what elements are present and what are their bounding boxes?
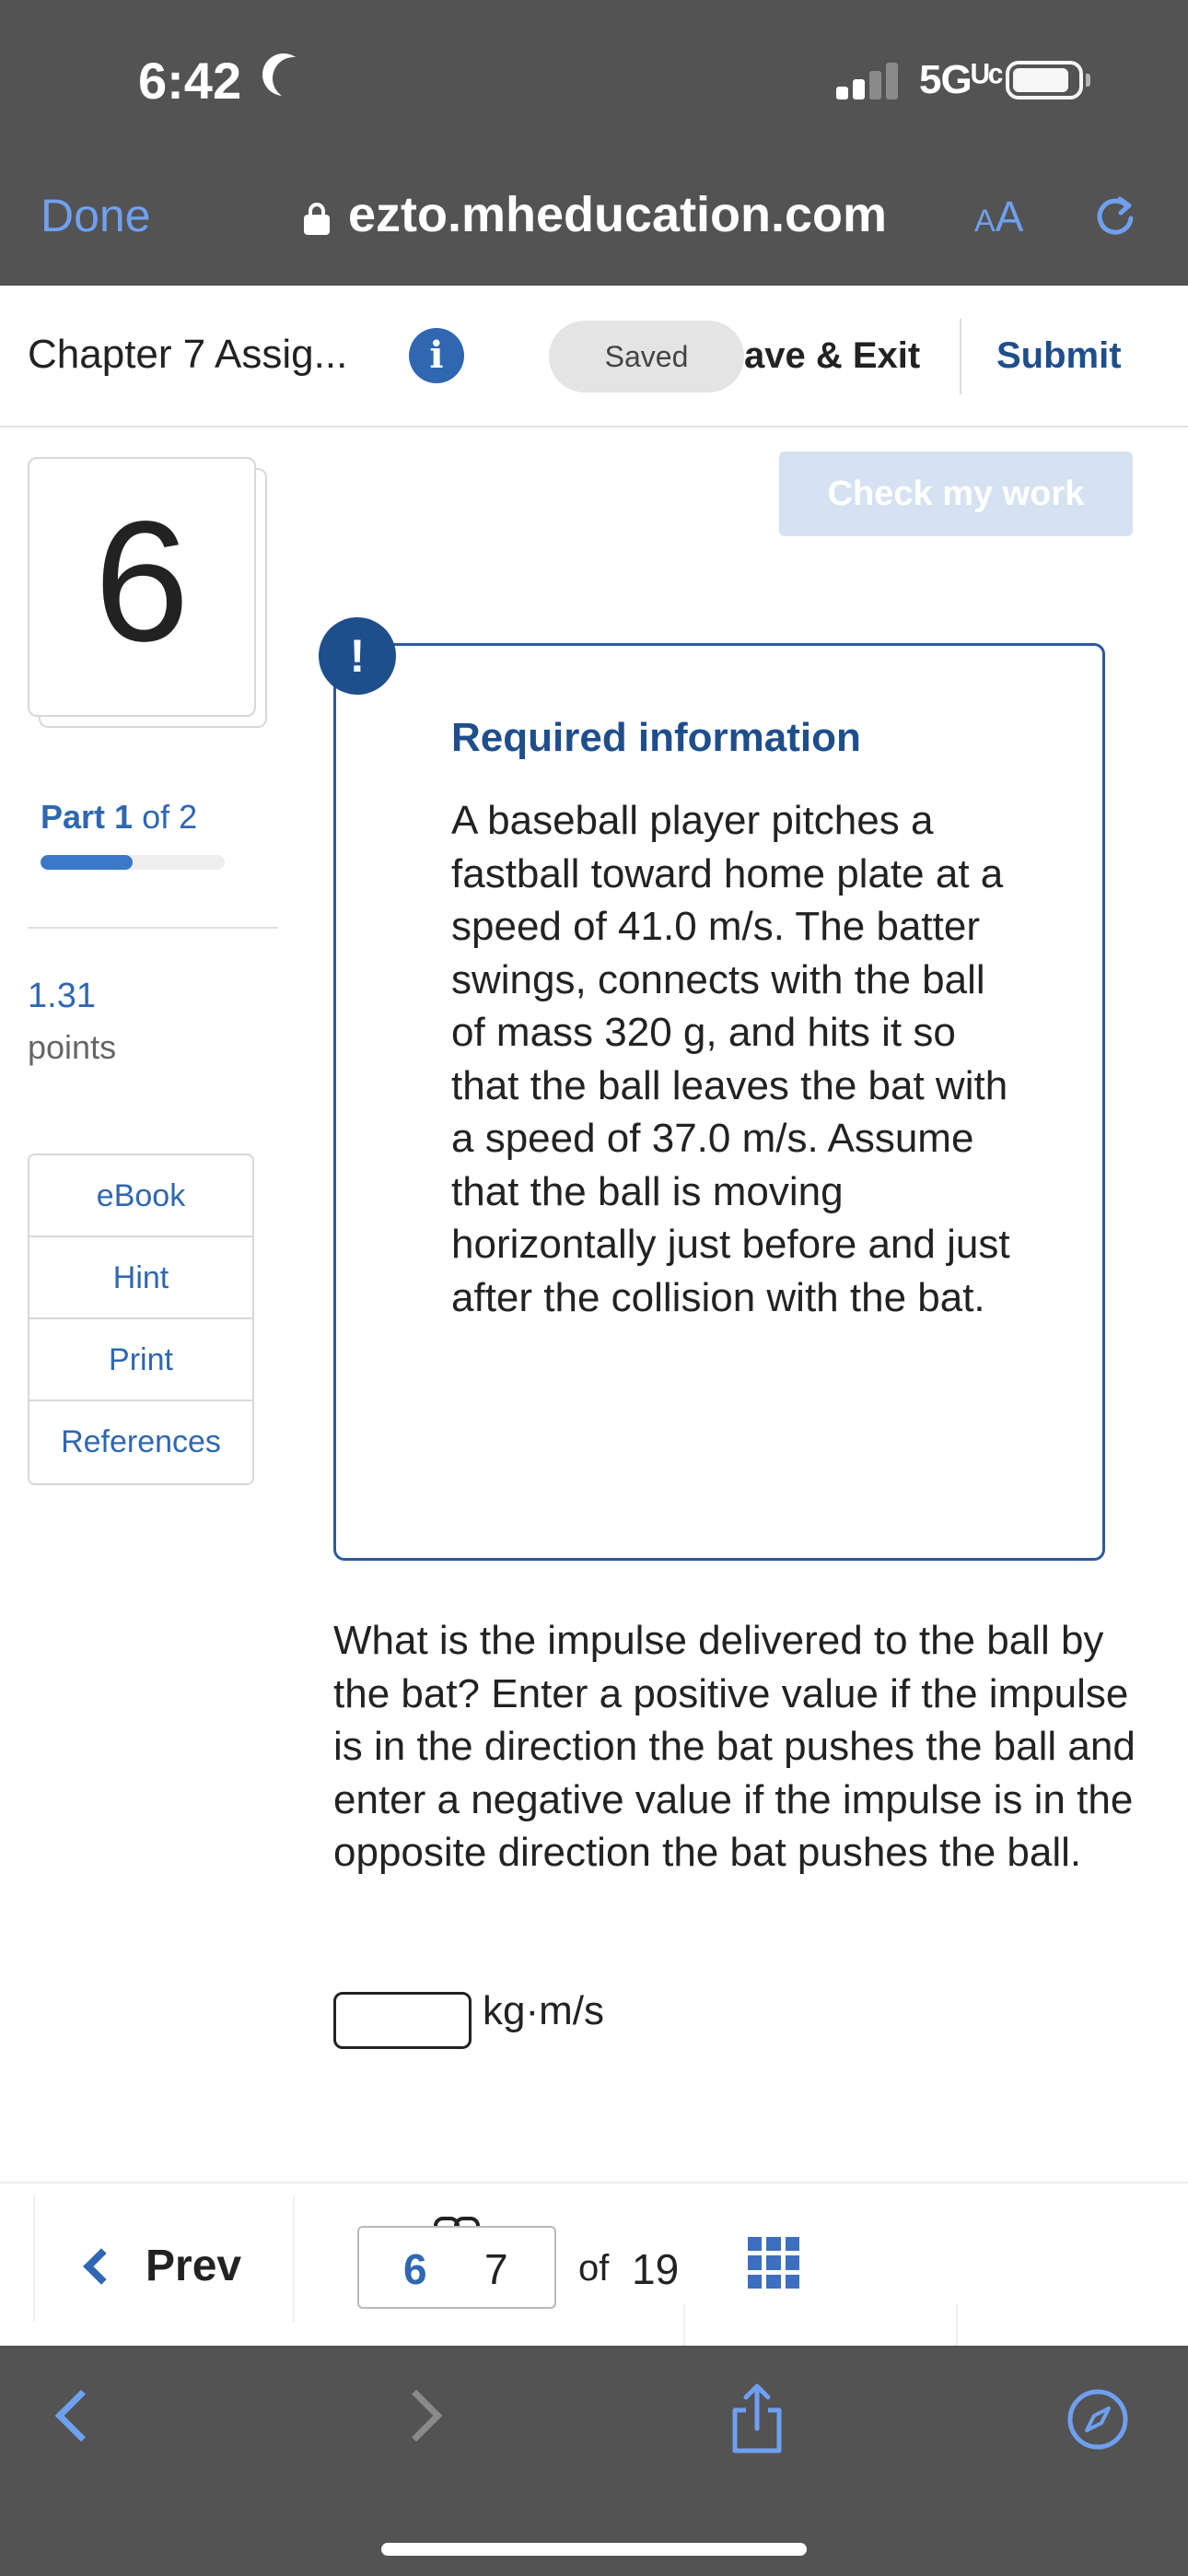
answer-input[interactable] — [333, 1992, 472, 2049]
status-time: 6:42 — [138, 52, 242, 110]
text-size-label: A — [995, 193, 1024, 240]
answer-unit-label: kg·m/s — [483, 1988, 604, 2033]
ebook-button[interactable]: eBook — [29, 1155, 252, 1237]
prev-label[interactable]: Prev — [146, 2241, 241, 2291]
browser-top-bar: Done ezto.mheducation.com AA — [0, 147, 1188, 286]
question-number-card: 6 — [28, 457, 256, 717]
assignment-title[interactable]: Chapter 7 Assig... — [28, 332, 347, 378]
text-size-button[interactable]: AA — [974, 192, 1023, 241]
status-bar: 6:42 5Gᵁᶜ — [0, 0, 1188, 147]
part-indicator: Part 1 of 2 — [41, 798, 198, 836]
moon-icon — [273, 57, 315, 100]
share-icon[interactable] — [728, 2383, 786, 2454]
part-current: 1 — [114, 798, 134, 836]
sidebar-divider — [28, 927, 278, 929]
signal-icon — [836, 61, 899, 100]
points-value: 1.31 — [28, 977, 96, 1015]
navigator-divider — [0, 2182, 1188, 2184]
pager-next-question[interactable]: 7 — [484, 2244, 508, 2294]
alert-icon: ! — [319, 617, 396, 695]
header-divider — [960, 319, 961, 394]
part-total: of 2 — [142, 798, 198, 836]
check-my-work-button[interactable]: Check my work — [779, 451, 1133, 536]
save-exit-button[interactable]: ave & Exit — [744, 335, 920, 377]
question-text: What is the impulse delivered to the bal… — [333, 1618, 1136, 1875]
part-progress-bar — [41, 855, 225, 870]
navigator-separator — [956, 2303, 958, 2346]
navigator-separator — [683, 2303, 685, 2346]
assignment-header: Chapter 7 Assig... i Saved ave & Exit Su… — [0, 286, 1188, 427]
done-button[interactable]: Done — [41, 189, 151, 242]
forward-icon[interactable] — [390, 2389, 443, 2442]
resource-list: eBook Hint Print References — [28, 1153, 254, 1485]
info-icon[interactable]: i — [409, 328, 464, 383]
navigator-separator — [293, 2196, 295, 2322]
hint-button[interactable]: Hint — [29, 1237, 252, 1319]
navigator-separator — [33, 2196, 35, 2322]
points-label: points — [28, 1028, 117, 1066]
back-icon[interactable] — [54, 2389, 108, 2442]
question-grid-icon[interactable] — [748, 2237, 799, 2289]
question-number: 6 — [94, 486, 190, 677]
lock-icon — [304, 203, 330, 235]
browser-bottom-toolbar — [0, 2346, 1188, 2576]
print-button[interactable]: Print — [29, 1319, 252, 1401]
part-progress-fill — [41, 855, 133, 870]
references-button[interactable]: References — [29, 1401, 252, 1483]
required-info-title: Required information — [451, 715, 861, 760]
saved-status-badge: Saved — [549, 321, 744, 392]
home-indicator — [381, 2543, 807, 2556]
url-text[interactable]: ezto.mheducation.com — [348, 186, 887, 243]
network-label: 5Gᵁᶜ — [919, 57, 1004, 102]
compass-icon[interactable] — [1066, 2388, 1129, 2451]
question-pager[interactable] — [357, 2226, 556, 2309]
battery-icon — [1006, 61, 1090, 100]
required-info-text: A baseball player pitches a fastball tow… — [451, 798, 1010, 1320]
submit-button[interactable]: Submit — [996, 335, 1122, 377]
pager-of-label: of — [578, 2248, 610, 2289]
pager-total: 19 — [632, 2245, 680, 2293]
reload-icon[interactable] — [1092, 193, 1138, 240]
pager-current-question[interactable]: 6 — [403, 2244, 427, 2294]
